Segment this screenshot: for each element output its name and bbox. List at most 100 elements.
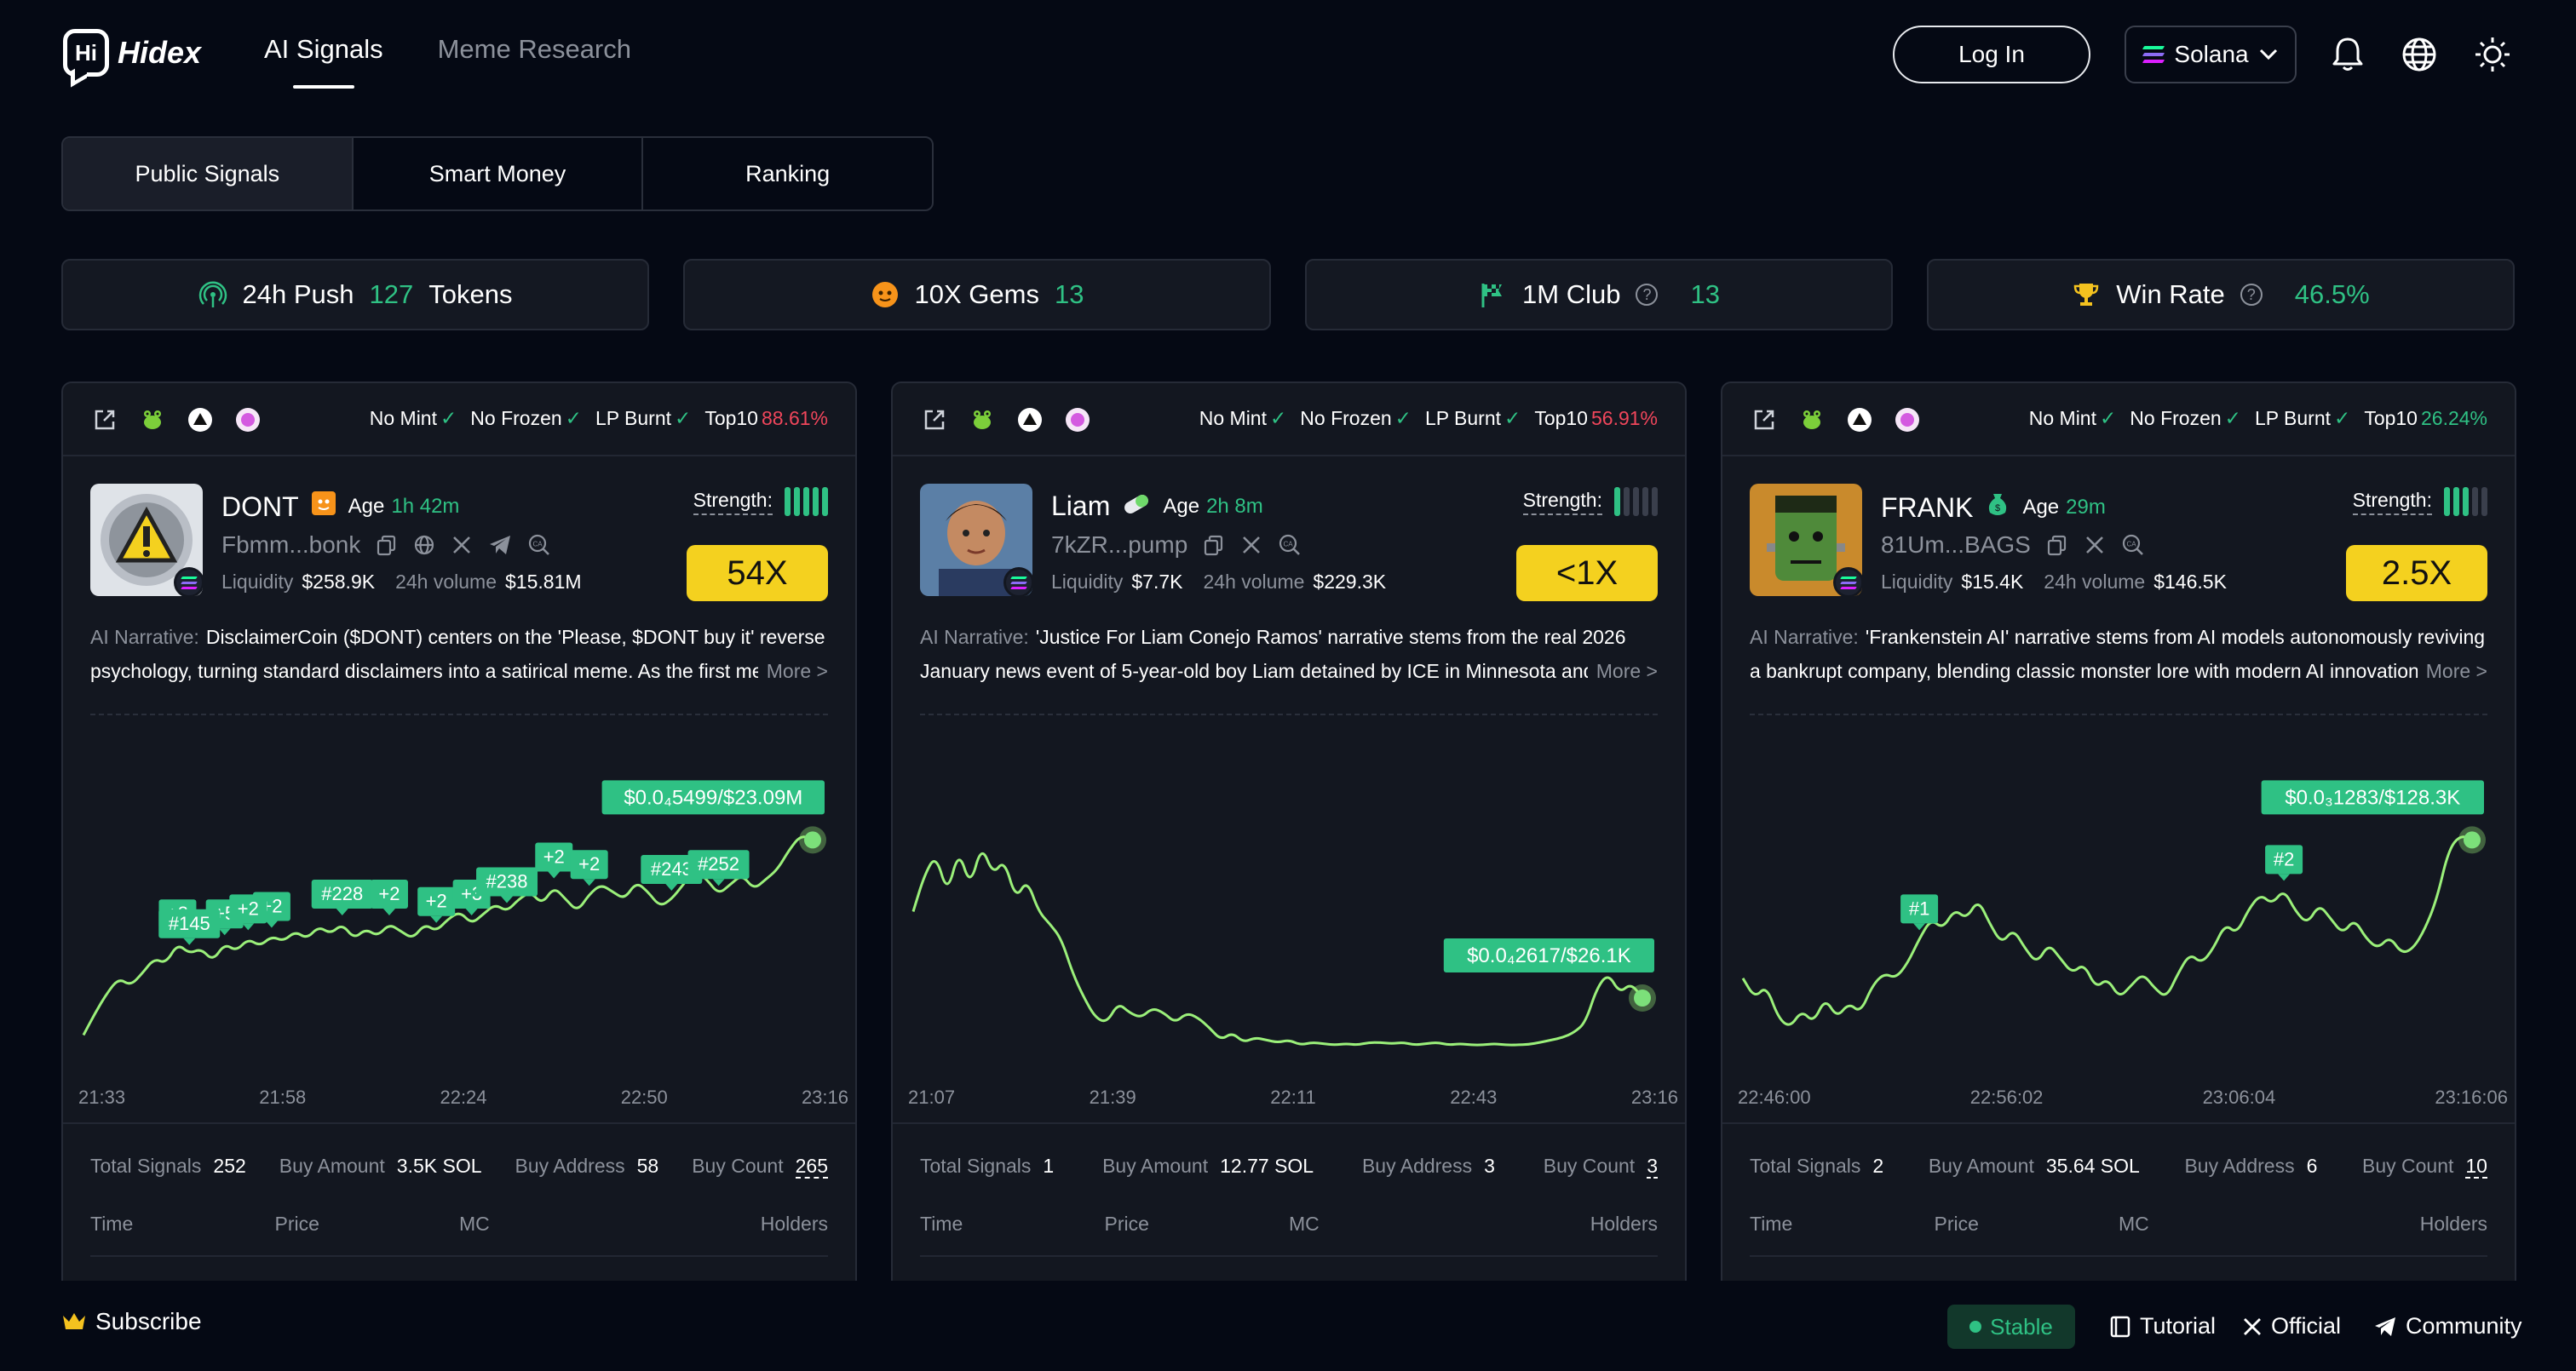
help-icon[interactable]: ? [2240, 284, 2263, 306]
price-line [1741, 835, 2473, 1026]
signal-marker-label: +2 [378, 883, 400, 904]
contract-search-icon[interactable]: CA [1278, 533, 1302, 557]
divider [1750, 714, 2487, 715]
token-address: 7kZR...pump [1051, 531, 1188, 558]
strength-bar [1624, 487, 1630, 516]
total-signals: 2 [1872, 1155, 1884, 1177]
warning-icon[interactable] [187, 407, 213, 433]
strength-bar [822, 487, 828, 516]
external-link-icon[interactable] [922, 407, 947, 433]
pink-token-icon[interactable] [235, 407, 261, 433]
signal-marker[interactable]: #228 [311, 880, 373, 915]
nav-ai-signals[interactable]: AI Signals [264, 34, 383, 89]
token-avatar[interactable] [1750, 484, 1862, 596]
tutorial-link[interactable]: Tutorial [2109, 1313, 2216, 1339]
price-tag: $0.0₄5499/$23.09M [601, 780, 825, 815]
age-value: 1h 42m [391, 495, 460, 518]
buy-count[interactable]: 10 [2465, 1155, 2487, 1179]
buy-count[interactable]: 3 [1647, 1155, 1658, 1179]
token-name[interactable]: Liam [1051, 490, 1110, 522]
signal-marker-label: #145 [169, 913, 210, 934]
solana-icon [2142, 46, 2165, 63]
token-name[interactable]: FRANK [1881, 492, 1973, 524]
buy-address: 58 [636, 1155, 659, 1177]
signal-summary: Total Signals 252 Buy Amount 3.5K SOL Buy … [90, 1155, 828, 1179]
age-value: 2h 8m [1206, 494, 1263, 518]
buy-count[interactable]: 265 [795, 1155, 828, 1179]
token-address-row: Fbmm...bonk CA [221, 531, 551, 559]
stat-label: 1M Club [1522, 279, 1621, 309]
x-icon[interactable] [451, 534, 473, 556]
warning-icon[interactable] [1847, 407, 1872, 433]
copy-icon[interactable] [2046, 534, 2068, 556]
frog-icon[interactable] [1799, 407, 1825, 433]
x-icon[interactable] [1240, 534, 1262, 556]
sun-icon[interactable] [2472, 34, 2513, 75]
check-top10: Top10 88.61% [704, 407, 828, 429]
x-axis: 22:46:00 22:56:02 23:06:04 23:16:06 [1738, 1087, 2508, 1109]
login-button[interactable]: Log In [1893, 26, 2090, 83]
stat-label: 24h Push [242, 279, 354, 309]
signals-table-header: Time Price MC Holders [920, 1213, 1658, 1235]
pink-token-icon[interactable] [1895, 407, 1920, 433]
signal-marker[interactable]: +2 [570, 850, 608, 886]
frog-icon[interactable] [140, 407, 165, 433]
community-link[interactable]: Community [2373, 1313, 2522, 1339]
x-icon[interactable] [2084, 534, 2106, 556]
copy-icon[interactable] [1203, 534, 1225, 556]
signal-marker-label: #228 [321, 883, 363, 904]
chain-selector[interactable]: Solana [2125, 26, 2297, 83]
warning-icon[interactable] [1017, 407, 1043, 433]
price-chart[interactable]: #1 #2 $0.0₃1283/$128.3K [1722, 724, 2515, 1056]
subscribe-button[interactable]: Subscribe [61, 1308, 202, 1335]
official-link[interactable]: Official [2242, 1313, 2341, 1339]
stat-win-rate: Win Rate ? 46.5% [1927, 259, 2515, 330]
x-tick-label: 23:16:06 [2435, 1087, 2508, 1108]
external-link-icon[interactable] [92, 407, 118, 433]
signal-card-frank[interactable]: No Mint ✓ No Frozen ✓ LP Burnt ✓ Top10 26.24… [1721, 381, 2516, 1371]
price-chart[interactable]: $0.0₄2617/$26.1K [893, 724, 1685, 1056]
frog-icon[interactable] [969, 407, 995, 433]
telegram-icon[interactable] [488, 534, 512, 556]
help-icon[interactable]: ? [1636, 284, 1659, 306]
signal-marker[interactable]: +2 [370, 880, 408, 915]
copy-icon[interactable] [376, 534, 398, 556]
strength-bar [2444, 487, 2450, 516]
nav-meme-research[interactable]: Meme Research [438, 34, 631, 89]
signal-card-liam[interactable]: No Mint ✓ No Frozen ✓ LP Burnt ✓ Top10 56.91… [891, 381, 1687, 1371]
website-icon[interactable] [413, 534, 435, 556]
total-signals: 1 [1043, 1155, 1055, 1177]
tab-public-signals[interactable]: Public Signals [63, 138, 354, 209]
price-chart[interactable]: +3+5+2#228#145+2+2+2+3#238+2+2#243#252$0… [63, 724, 855, 1056]
chevron-down-icon [2259, 49, 2277, 60]
x-tick-label: 22:24 [440, 1087, 487, 1108]
signal-marker[interactable]: +2 [535, 842, 573, 879]
tab-smart-money[interactable]: Smart Money [354, 138, 644, 209]
globe-icon[interactable] [2399, 34, 2440, 75]
price-tag: $0.0₃1283/$128.3K [2261, 780, 2484, 815]
signal-marker-label: +2 [238, 898, 259, 919]
age-label: Age [348, 495, 385, 518]
signal-marker[interactable]: #2 [2265, 845, 2303, 881]
tab-ranking[interactable]: Ranking [643, 138, 932, 209]
signal-marker[interactable]: #145 [158, 909, 221, 945]
more-link[interactable]: More > [2417, 654, 2487, 688]
strength-bar [803, 487, 809, 516]
buy-address: 3 [1484, 1155, 1495, 1177]
divider [90, 1255, 828, 1257]
token-name[interactable]: DONT [221, 491, 299, 523]
bell-icon[interactable] [2327, 34, 2368, 75]
token-avatar[interactable] [90, 484, 203, 596]
token-avatar[interactable] [920, 484, 1032, 596]
contract-search-icon[interactable]: CA [527, 533, 551, 557]
divider [1722, 1122, 2515, 1124]
hidex-logo[interactable]: Hi Hidex [63, 29, 201, 77]
external-link-icon[interactable] [1751, 407, 1777, 433]
signal-card-dont[interactable]: No Mint ✓ No Frozen ✓ LP Burnt ✓ Top10 88.61… [61, 381, 857, 1371]
more-link[interactable]: More > [757, 654, 828, 688]
more-link[interactable]: More > [1587, 654, 1658, 688]
pink-token-icon[interactable] [1065, 407, 1090, 433]
signal-marker-label: #238 [486, 871, 528, 892]
contract-search-icon[interactable]: CA [2121, 533, 2145, 557]
signal-marker[interactable]: #1 [1900, 894, 1939, 931]
